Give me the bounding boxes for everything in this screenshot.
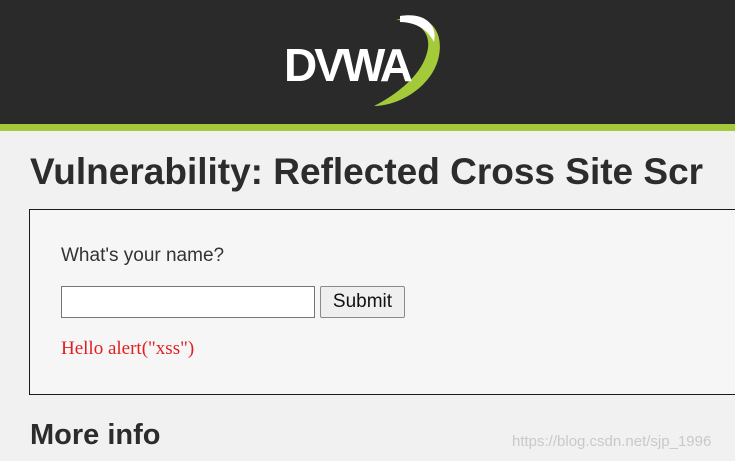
header-accent-stripe: [0, 124, 735, 131]
dvwa-logo[interactable]: DVWA: [278, 12, 448, 108]
submit-button[interactable]: Submit: [320, 286, 405, 318]
name-input[interactable]: [61, 286, 315, 318]
site-header: DVWA: [0, 0, 735, 124]
watermark-text: https://blog.csdn.net/sjp_1996: [512, 433, 712, 450]
logo-text: DVWA: [284, 39, 413, 91]
page-title: Vulnerability: Reflected Cross Site Scr: [30, 151, 704, 192]
name-question-label: What's your name?: [61, 245, 225, 266]
reflected-output: Hello alert("xss"): [61, 338, 195, 359]
more-info-heading: More info: [30, 419, 161, 451]
